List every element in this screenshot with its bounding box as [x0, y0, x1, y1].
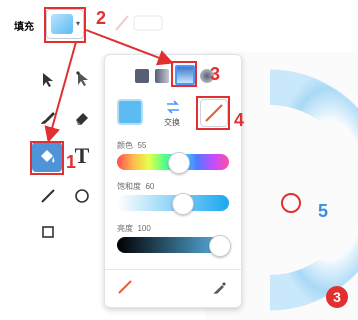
annotation-number-3: 3 — [210, 64, 221, 84]
annotation-number-1: 1 — [66, 152, 77, 172]
step-badge: 3 — [326, 286, 348, 308]
annotation-arrows — [44, 29, 174, 143]
annotation-number-4: 4 — [234, 110, 245, 130]
annotation-number-2: 2 — [96, 8, 107, 28]
annotation-number-5: 5 — [318, 201, 329, 221]
